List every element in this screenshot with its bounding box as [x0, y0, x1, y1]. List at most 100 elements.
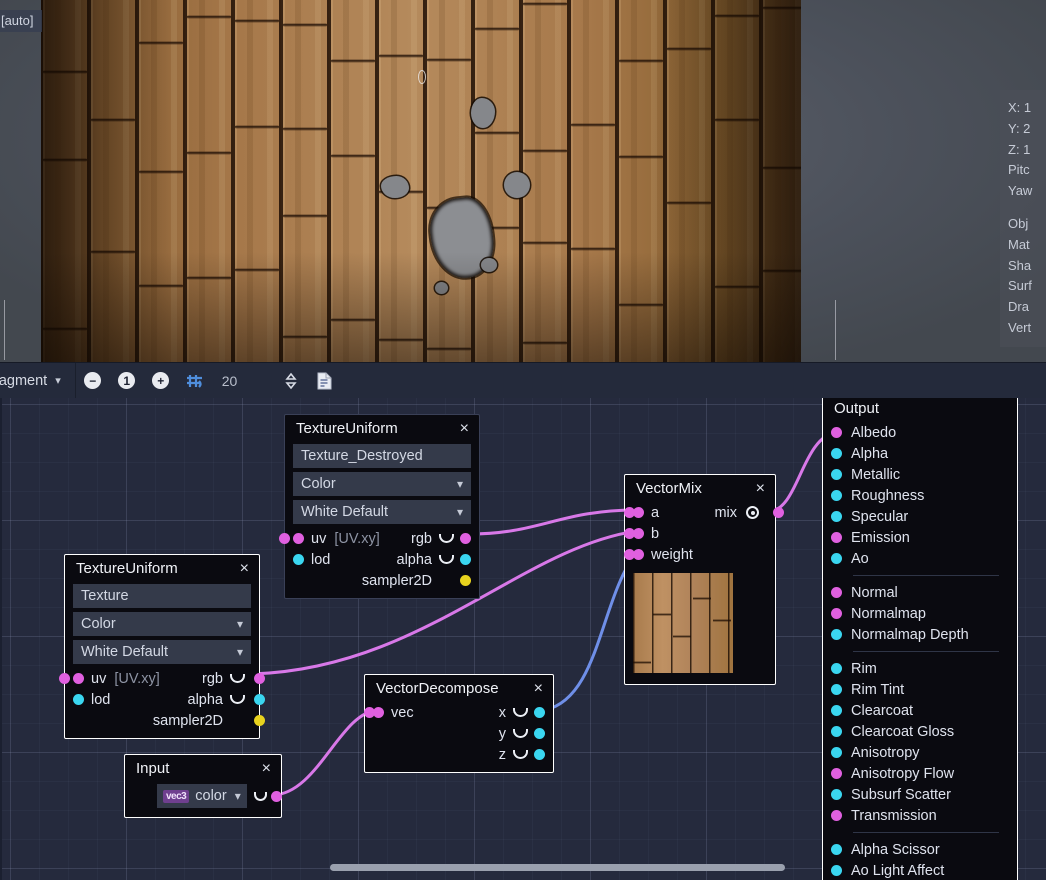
plank-seam [187, 15, 231, 19]
hook-icon[interactable] [230, 695, 245, 704]
snap-stepper[interactable] [274, 363, 308, 398]
close-icon[interactable]: × [459, 421, 470, 437]
output-port-normal[interactable] [831, 587, 842, 598]
output-port-mix[interactable] [773, 507, 784, 518]
eye-icon[interactable] [746, 506, 759, 519]
plank-seam [523, 2, 567, 6]
output-port-rim[interactable] [831, 663, 842, 674]
input-source-select[interactable]: vec3 color ▾ [157, 784, 247, 808]
output-port-albedo[interactable] [831, 427, 842, 438]
light-gizmo-icon[interactable] [418, 70, 426, 84]
output-port-clearcoat[interactable] [831, 705, 842, 716]
plank-seam [571, 123, 615, 127]
node-vector-decompose[interactable]: VectorDecompose × vec x y z [364, 674, 554, 773]
node-input[interactable]: Input × vec3 color ▾ [124, 754, 282, 818]
hook-icon[interactable] [230, 674, 245, 683]
hook-icon[interactable] [439, 534, 454, 543]
close-icon[interactable]: × [261, 761, 272, 777]
output-port-metallic[interactable] [831, 469, 842, 480]
output-port-subsurf-scatter[interactable] [831, 789, 842, 800]
zoom-reset-button[interactable]: 1 [110, 363, 144, 398]
node-header[interactable]: TextureUniform × [285, 415, 479, 442]
output-port-z[interactable] [534, 749, 545, 760]
output-port-emission[interactable] [831, 532, 842, 543]
output-port-alpha[interactable] [460, 554, 471, 565]
node-header[interactable]: VectorDecompose × [365, 675, 553, 702]
node-title-label: VectorDecompose [376, 680, 499, 697]
texture-name-field[interactable]: Texture [73, 584, 251, 608]
output-port-ao-light-affect[interactable] [831, 865, 842, 876]
output-port-sampler2d[interactable] [460, 575, 471, 586]
stat-material: Mat [1008, 235, 1046, 256]
output-port-y[interactable] [534, 728, 545, 739]
output-port-clearcoat-gloss[interactable] [831, 726, 842, 737]
snap-toggle-button[interactable] [178, 363, 212, 398]
snap-distance-value[interactable]: 20 [212, 373, 274, 389]
input-port-uv-dot[interactable] [73, 673, 84, 684]
hook-icon[interactable] [513, 729, 528, 738]
output-port-color[interactable] [271, 791, 282, 802]
hook-icon[interactable] [513, 750, 528, 759]
output-port-transmission[interactable] [831, 810, 842, 821]
output-port-label: Rim [851, 661, 877, 677]
output-port-label: Emission [851, 530, 910, 546]
output-port-sampler2d[interactable] [254, 715, 265, 726]
node-texture-uniform-base[interactable]: TextureUniform × Texture Color ▾ White D… [64, 554, 260, 739]
output-port-rgb[interactable] [460, 533, 471, 544]
plank-seam [283, 127, 327, 131]
node-header[interactable]: TextureUniform × [65, 555, 259, 582]
node-header[interactable]: Output [823, 398, 1017, 422]
input-port-weight[interactable] [624, 549, 635, 560]
texture-color-default-select[interactable]: White Default ▾ [73, 640, 251, 664]
output-port-specular[interactable] [831, 511, 842, 522]
close-icon[interactable]: × [533, 681, 544, 697]
output-port-alpha-scissor[interactable] [831, 844, 842, 855]
hook-icon[interactable] [513, 708, 528, 717]
zoom-out-button[interactable]: − [76, 363, 110, 398]
chevron-down-icon: ▾ [237, 645, 243, 659]
input-port-lod[interactable] [293, 554, 304, 565]
hook-icon[interactable] [254, 792, 267, 801]
output-port-anisotropy[interactable] [831, 747, 842, 758]
output-port-row: Specular [831, 506, 1009, 527]
node-texture-uniform-destroyed[interactable]: TextureUniform × Texture_Destroyed Color… [284, 414, 480, 599]
graph-horizontal-scrollbar[interactable] [330, 864, 785, 871]
viewport-3d[interactable]: nal [auto] X: 1 Y: 2 Z: 1 Pitc Yaw Obj M… [0, 0, 1046, 362]
output-port-normalmap[interactable] [831, 608, 842, 619]
stat-shader: Sha [1008, 256, 1046, 277]
input-port-uv-dot[interactable] [293, 533, 304, 544]
stats-divider [1008, 202, 1046, 214]
input-port-vec[interactable] [364, 707, 375, 718]
close-icon[interactable]: × [239, 561, 250, 577]
input-port-lod[interactable] [73, 694, 84, 705]
input-port-b[interactable] [624, 528, 635, 539]
texture-type-select[interactable]: Color ▾ [293, 472, 471, 496]
shader-stage-label: ragment [0, 373, 47, 389]
output-port-normalmap-depth[interactable] [831, 629, 842, 640]
texture-name-field[interactable]: Texture_Destroyed [293, 444, 471, 468]
hook-icon[interactable] [439, 555, 454, 564]
node-vector-mix[interactable]: VectorMix × a mix b [624, 474, 776, 685]
output-port-rgb[interactable] [254, 673, 265, 684]
node-output[interactable]: Output AlbedoAlphaMetallicRoughnessSpecu… [822, 398, 1018, 880]
output-port-alpha[interactable] [254, 694, 265, 705]
shader-graph-canvas[interactable]: TextureUniform × Texture_Destroyed Color… [0, 398, 1046, 880]
output-port-rim-tint[interactable] [831, 684, 842, 695]
node-preview-thumbnail[interactable] [633, 573, 733, 673]
zoom-in-button[interactable]: + [144, 363, 178, 398]
texture-color-default-select[interactable]: White Default ▾ [293, 500, 471, 524]
node-header[interactable]: VectorMix × [625, 475, 775, 502]
output-port-roughness[interactable] [831, 490, 842, 501]
close-icon[interactable]: × [755, 481, 766, 497]
output-port-anisotropy-flow[interactable] [831, 768, 842, 779]
output-port-alpha[interactable] [831, 448, 842, 459]
input-port-uv[interactable] [279, 533, 290, 544]
node-header[interactable]: Input × [125, 755, 281, 782]
output-port-x[interactable] [534, 707, 545, 718]
input-port-uv[interactable] [59, 673, 70, 684]
texture-type-select[interactable]: Color ▾ [73, 612, 251, 636]
shader-stage-dropdown[interactable]: ragment ▾ [0, 363, 75, 398]
open-shader-file-button[interactable] [308, 363, 342, 398]
output-port-ao[interactable] [831, 553, 842, 564]
input-port-a[interactable] [624, 507, 635, 518]
